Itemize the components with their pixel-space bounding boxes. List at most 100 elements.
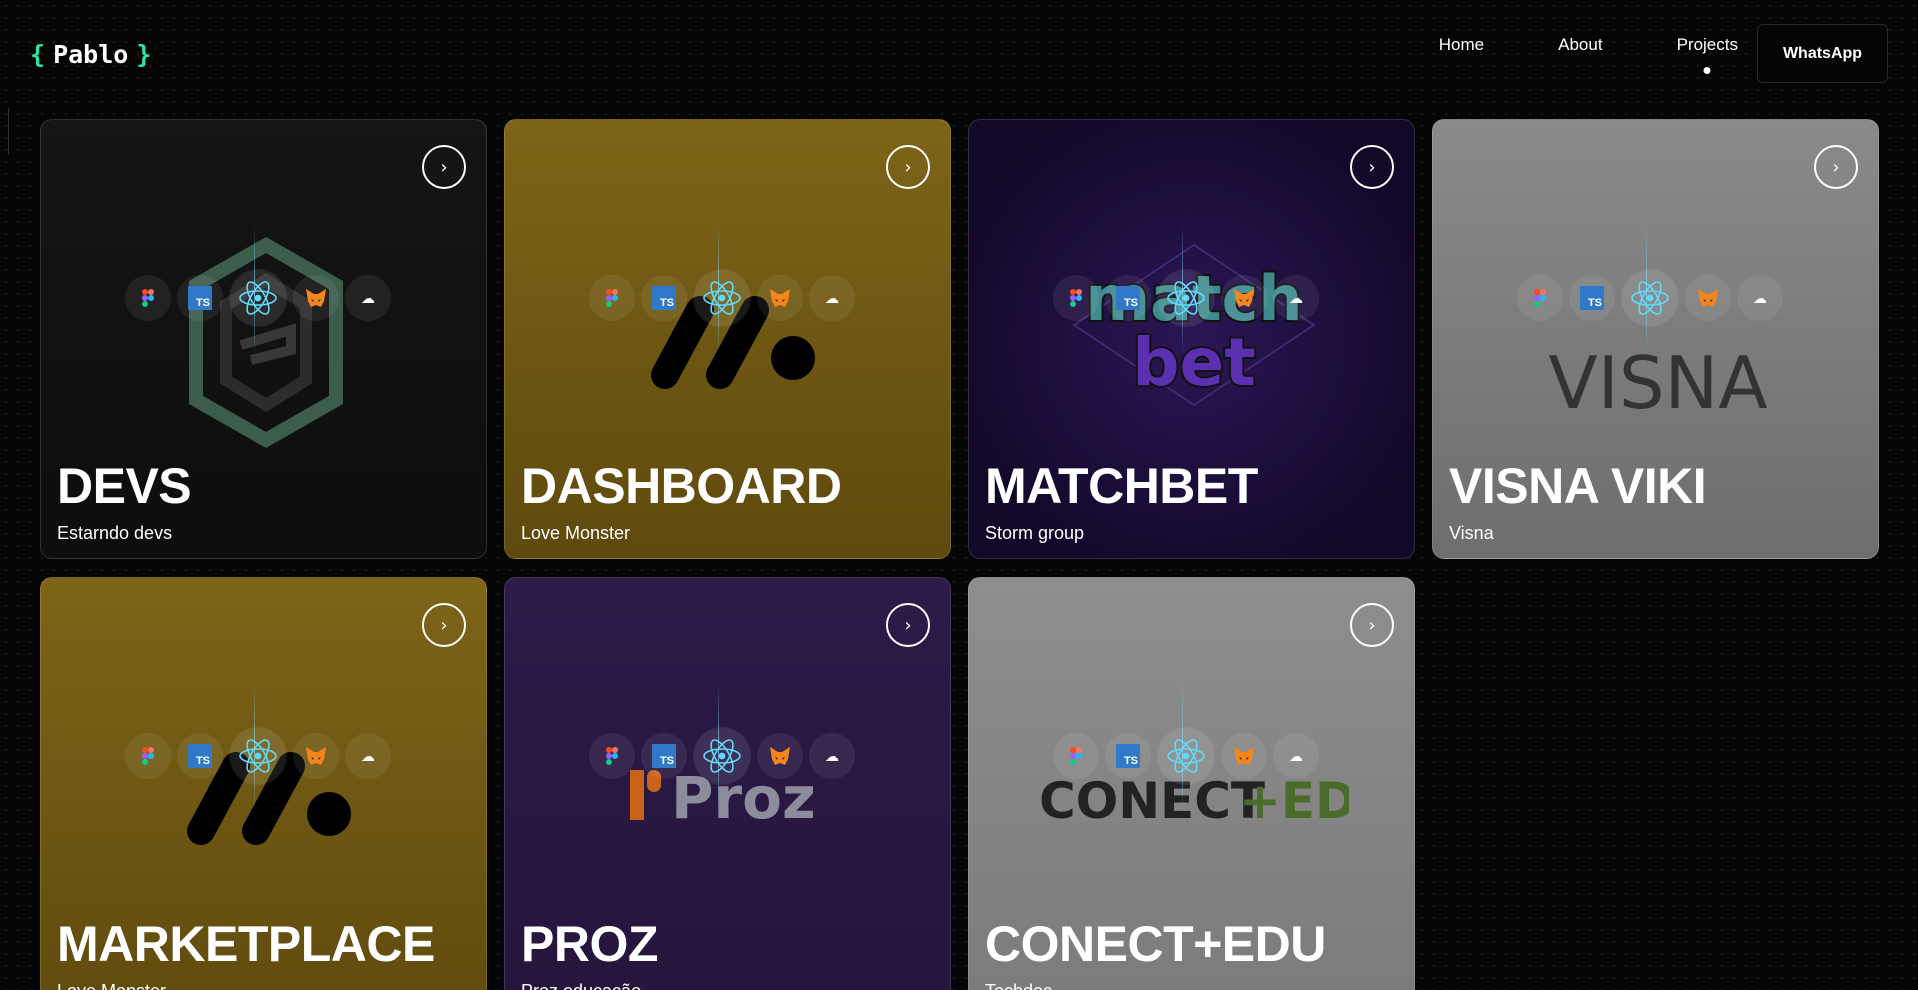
metamask-icon (294, 734, 338, 778)
project-title: MARKETPLACE (57, 916, 435, 972)
typescript-icon: TS (1570, 276, 1614, 320)
metamask-icon (758, 734, 802, 778)
project-card-conect-edu[interactable]: CONECT +EDU TS ☁ › CONECT+EDU Techdoc (968, 577, 1415, 990)
cloud-icon: ☁ (346, 276, 390, 320)
tech-stack-row: TS ☁ (590, 268, 862, 328)
figma-icon (590, 734, 634, 778)
site-logo[interactable]: { Pablo } (30, 40, 151, 69)
ts-badge: TS (1116, 286, 1140, 310)
project-card-marketplace[interactable]: TS ☁ › MARKETPLACE Love Monster (40, 577, 487, 990)
cloud-icon: ☁ (1274, 276, 1318, 320)
figma-icon (126, 734, 170, 778)
nav-projects[interactable]: Projects (1677, 25, 1738, 83)
project-title: PROZ (521, 916, 658, 972)
chevron-right-icon: › (440, 156, 448, 178)
project-subtitle: Love Monster (57, 981, 166, 990)
visna-logo: VISNA (1548, 341, 1767, 420)
ts-badge: TS (188, 286, 212, 310)
metamask-icon (294, 276, 338, 320)
chevron-right-icon: › (440, 614, 448, 636)
project-title: DEVS (57, 458, 192, 514)
open-project-button[interactable]: › (422, 145, 466, 189)
react-icon (694, 728, 750, 784)
open-project-button[interactable]: › (886, 145, 930, 189)
project-title: MATCHBET (985, 458, 1258, 514)
figma-icon (1054, 276, 1098, 320)
side-divider (8, 108, 9, 154)
metamask-icon (1686, 276, 1730, 320)
chevron-right-icon: › (1832, 156, 1840, 178)
logo-name: Pablo (53, 40, 129, 69)
tech-stack-row: TS ☁ (1054, 268, 1326, 328)
visna-logo-text: VISNA (1548, 341, 1767, 420)
open-project-button[interactable]: › (886, 603, 930, 647)
chevron-right-icon: › (904, 614, 912, 636)
typescript-icon: TS (642, 276, 686, 320)
main-nav: Home About Projects WhatsApp (1439, 24, 1888, 83)
cloud-icon: ☁ (810, 276, 854, 320)
project-card-matchbet[interactable]: match bet TS ☁ › MATCHBET Storm group (968, 119, 1415, 559)
project-card-visna-viki[interactable]: VISNA TS ☁ › VISNA VIKI Visna (1432, 119, 1879, 559)
logo-brace-open: { (30, 40, 46, 69)
react-icon (230, 270, 286, 326)
nav-about-label: About (1558, 34, 1603, 54)
typescript-icon: TS (1106, 734, 1150, 778)
open-project-button[interactable]: › (1814, 145, 1858, 189)
ts-badge: TS (188, 744, 212, 768)
open-project-button[interactable]: › (422, 603, 466, 647)
nav-projects-label: Projects (1676, 34, 1738, 54)
open-project-button[interactable]: › (1350, 603, 1394, 647)
typescript-icon: TS (1106, 276, 1150, 320)
typescript-icon: TS (178, 276, 222, 320)
project-card-proz[interactable]: Proz TS ☁ › PROZ Proz educação (504, 577, 951, 990)
tech-stack-row: TS ☁ (590, 726, 862, 786)
figma-icon (590, 276, 634, 320)
ts-badge: TS (1580, 286, 1604, 310)
project-title: VISNA VIKI (1449, 458, 1707, 514)
tech-stack-row: TS ☁ (1054, 726, 1326, 786)
nav-home-label: Home (1438, 34, 1485, 54)
metamask-icon (1222, 734, 1266, 778)
project-card-devs[interactable]: TS ☁ › DEVS Estarndo devs (40, 119, 487, 559)
typescript-icon: TS (178, 734, 222, 778)
react-icon (1158, 270, 1214, 326)
figma-icon (126, 276, 170, 320)
ts-badge: TS (1116, 744, 1140, 768)
ts-badge: TS (652, 286, 676, 310)
project-title: CONECT+EDU (985, 916, 1326, 972)
project-subtitle: Proz educação (521, 981, 641, 990)
project-card-dashboard[interactable]: TS ☁ › DASHBOARD Love Monster (504, 119, 951, 559)
cloud-icon: ☁ (346, 734, 390, 778)
nav-home[interactable]: Home (1439, 25, 1484, 83)
project-subtitle: Love Monster (521, 523, 631, 543)
nav-about[interactable]: About (1558, 25, 1602, 83)
project-subtitle: Estarndo devs (57, 523, 173, 543)
tech-stack-row: TS ☁ (126, 268, 398, 328)
project-subtitle: Techdoc (985, 981, 1052, 990)
cloud-icon: ☁ (810, 734, 854, 778)
react-icon (1158, 728, 1214, 784)
metamask-icon (758, 276, 802, 320)
metamask-icon (1222, 276, 1266, 320)
ts-badge: TS (652, 744, 676, 768)
svg-text:bet: bet (1132, 324, 1256, 401)
typescript-icon: TS (642, 734, 686, 778)
active-indicator-dot (1703, 66, 1711, 74)
project-title: DASHBOARD (521, 458, 842, 514)
cloud-icon: ☁ (1274, 734, 1318, 778)
tech-stack-row: TS ☁ (126, 726, 398, 786)
chevron-right-icon: › (904, 156, 912, 178)
figma-icon (1054, 734, 1098, 778)
open-project-button[interactable]: › (1350, 145, 1394, 189)
logo-brace-close: } (136, 40, 152, 69)
project-subtitle: Storm group (985, 523, 1085, 543)
tech-stack-row: TS ☁ (1518, 268, 1790, 328)
whatsapp-button[interactable]: WhatsApp (1757, 24, 1888, 83)
chevron-right-icon: › (1368, 614, 1376, 636)
cloud-icon: ☁ (1738, 276, 1782, 320)
react-icon (230, 728, 286, 784)
react-icon (1622, 270, 1678, 326)
project-subtitle: Visna (1449, 523, 1494, 543)
figma-icon (1518, 276, 1562, 320)
react-icon (694, 270, 750, 326)
